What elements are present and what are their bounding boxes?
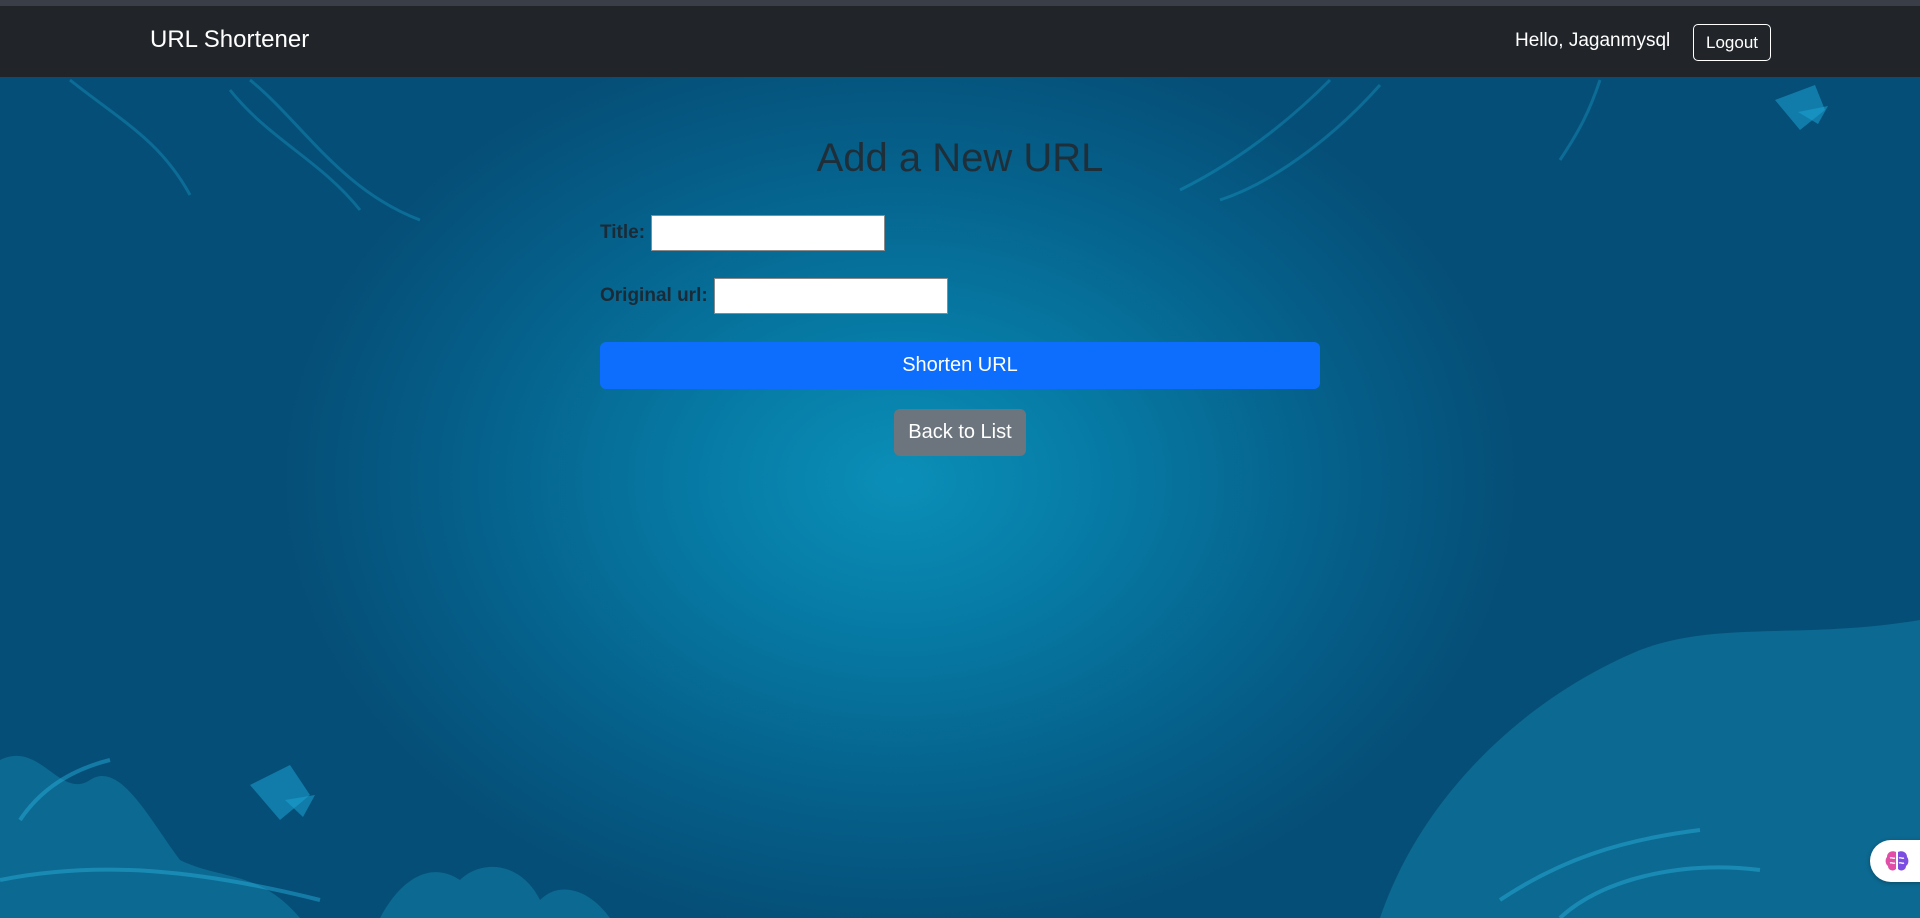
- navbar-brand[interactable]: URL Shortener: [150, 26, 309, 54]
- extension-widget[interactable]: [1870, 840, 1920, 882]
- user-greeting: Hello, Jaganmysql: [1515, 30, 1671, 51]
- page-title: Add a New URL: [816, 136, 1104, 180]
- back-to-list-button[interactable]: Back to List: [894, 409, 1026, 456]
- title-label: Title:: [600, 222, 646, 243]
- shorten-url-button[interactable]: Shorten URL: [600, 342, 1320, 389]
- navbar: URL Shortener Hello, Jaganmysql Logout: [0, 6, 1920, 77]
- title-input[interactable]: [651, 215, 886, 251]
- title-row: Title:: [600, 215, 886, 251]
- original-url-label: Original url:: [600, 285, 708, 306]
- original-url-input[interactable]: [713, 278, 948, 314]
- original-url-row: Original url:: [600, 278, 948, 314]
- logout-button[interactable]: Logout: [1693, 24, 1771, 61]
- brain-icon: [1885, 851, 1909, 871]
